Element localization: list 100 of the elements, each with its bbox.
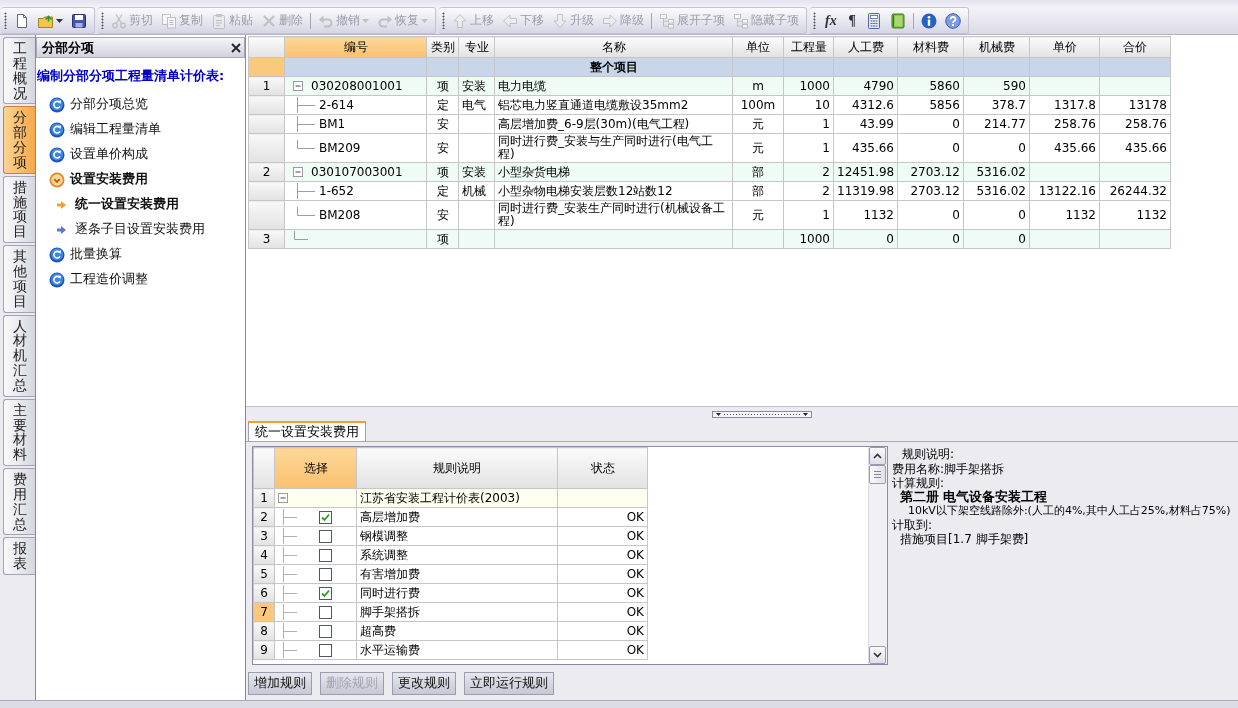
table-cell: 元	[732, 114, 784, 134]
side-tab[interactable]: 费用汇总	[3, 468, 35, 536]
nav-item[interactable]: 逐条子目设置安装费用	[36, 217, 209, 242]
toolbar-button[interactable]: ¶	[842, 9, 862, 32]
column-header[interactable]: 专业	[458, 36, 495, 58]
table-cell: 超高费	[356, 621, 558, 641]
column-header[interactable]: 名称	[494, 36, 733, 58]
detail-text: 10kV以下架空线路除外:(人工的4%,其中人工占25%,材料占75%)	[907, 504, 1232, 518]
table-cell: 元	[732, 200, 784, 230]
left-arrow-icon	[502, 12, 518, 29]
scroll-up-button[interactable]	[869, 447, 886, 465]
folder-icon	[38, 12, 54, 29]
toolbar-grip[interactable]	[813, 12, 816, 29]
nav-item[interactable]: 设置安装费用	[36, 167, 152, 192]
detail-text: 措施项目[1.7 脚手架费]	[899, 532, 1030, 546]
column-header[interactable]: 编号	[284, 36, 427, 58]
checkbox[interactable]	[319, 605, 332, 619]
checkbox[interactable]	[319, 548, 332, 562]
detail-heading: 第二册 电气设备安装工程	[899, 490, 1049, 504]
checkbox[interactable]	[319, 567, 332, 581]
minus-box-icon[interactable]	[293, 81, 303, 91]
table-cell: 1317.8	[1029, 95, 1100, 115]
table-cell: 435.66	[1029, 133, 1100, 163]
table-cell: OK	[557, 602, 648, 622]
column-header[interactable]: 机械费	[963, 36, 1030, 58]
side-tab[interactable]: 主要材料	[3, 398, 35, 467]
tree-line-icon	[283, 547, 297, 563]
tree-line-icon	[297, 140, 315, 149]
toolbar-grip[interactable]	[101, 12, 104, 29]
help-icon	[944, 12, 961, 29]
table-cell: 安	[426, 200, 459, 230]
checkbox[interactable]	[319, 510, 332, 524]
nav-item[interactable]: 批量换算	[36, 242, 126, 267]
column-header[interactable]: 人工费	[833, 36, 898, 58]
nav-item[interactable]: 编辑工程量清单	[36, 117, 165, 142]
table-cell: 10	[783, 95, 834, 115]
tree-line-icon	[297, 183, 315, 199]
up-arrow-icon	[452, 12, 468, 29]
side-tab[interactable]: 措施项目	[3, 175, 35, 244]
toolbar-grip[interactable]	[4, 12, 7, 29]
column-header[interactable]: 规则说明	[356, 447, 558, 489]
table-cell: 定	[426, 181, 459, 201]
action-button[interactable]: 更改规则	[392, 672, 456, 695]
column-header[interactable]: 单位	[732, 36, 784, 58]
table-cell: 1	[783, 200, 834, 230]
table-cell: 13178	[1099, 95, 1171, 115]
item-code: BM209	[319, 141, 361, 155]
column-header[interactable]: 材料费	[897, 36, 964, 58]
table-cell: 小型杂物电梯安装层数12站数12	[494, 181, 733, 201]
nav-item[interactable]: 设置单价构成	[36, 142, 152, 167]
action-button[interactable]: 立即运行规则	[464, 672, 554, 695]
tree-line-icon	[283, 585, 297, 601]
toolbar-grip[interactable]	[442, 12, 445, 29]
minus-box-icon[interactable]	[293, 167, 303, 177]
toolbar-button[interactable]: fx	[819, 9, 843, 32]
action-button[interactable]: 增加规则	[248, 672, 312, 695]
side-tab[interactable]: 工程概况	[3, 37, 35, 105]
minus-box-icon[interactable]	[278, 493, 288, 503]
scrollbar[interactable]	[868, 447, 887, 664]
side-tab[interactable]: 人材机汇总	[3, 314, 35, 397]
column-header[interactable]: 工程量	[783, 36, 834, 58]
splitter-handle[interactable]	[712, 411, 812, 418]
nav-item[interactable]: 分部分项总览	[36, 92, 152, 117]
column-header[interactable]: 合价	[1099, 36, 1171, 58]
column-header[interactable]: 状态	[557, 447, 648, 489]
column-header[interactable]: 单价	[1029, 36, 1100, 58]
checkbox[interactable]	[319, 529, 332, 543]
table-cell: 安	[426, 114, 459, 134]
table-cell: 435.66	[1099, 133, 1171, 163]
book-icon	[889, 12, 906, 29]
table-cell: 13122.16	[1029, 181, 1100, 201]
table-cell: 同时进行费_安装生产同时进行(机械设备工程)	[494, 200, 733, 230]
side-tab[interactable]: 其他项目	[3, 245, 35, 313]
clipboard-icon	[211, 12, 227, 29]
nav-item[interactable]: 工程造价调整	[36, 267, 152, 292]
arrow-icon	[57, 225, 66, 234]
tree-line-icon	[297, 116, 315, 132]
table-cell: 214.77	[963, 114, 1030, 134]
table-cell: 2703.12	[897, 181, 964, 201]
item-code: BM1	[319, 117, 346, 131]
column-header[interactable]: 选择	[274, 447, 357, 489]
column-header[interactable]: 类别	[426, 36, 459, 58]
table-cell: 同时进行费_安装与生产同时进行(电气工程)	[494, 133, 733, 163]
side-tab[interactable]: 报表	[3, 537, 35, 576]
checkbox[interactable]	[319, 624, 332, 638]
panel-title: 分部分项	[42, 38, 94, 57]
checkbox[interactable]	[319, 586, 332, 600]
checkbox[interactable]	[319, 643, 332, 657]
close-button[interactable]	[231, 42, 241, 53]
scrollbar-thumb[interactable]	[869, 465, 886, 484]
detail-label: 费用名称:脚手架搭拆	[892, 462, 1006, 476]
table-cell: 安	[426, 133, 459, 163]
right-arrow-icon	[602, 12, 618, 29]
table-cell: 2	[783, 181, 834, 201]
caret-icon[interactable]	[56, 18, 63, 23]
table-cell: 定	[426, 95, 459, 115]
tab[interactable]: 统一设置安装费用	[248, 421, 366, 441]
scroll-down-button[interactable]	[869, 646, 886, 664]
nav-item[interactable]: 统一设置安装费用	[36, 192, 183, 217]
side-tab[interactable]: 分部分项	[3, 106, 35, 174]
